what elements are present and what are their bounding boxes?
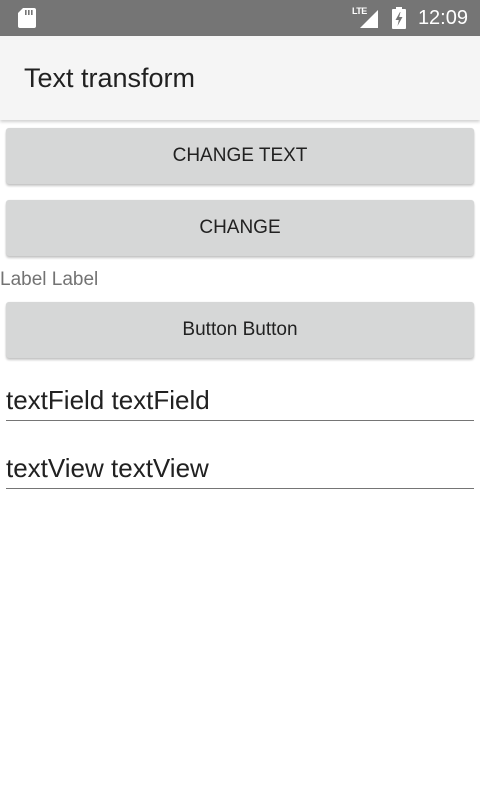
text-field[interactable]: textField textField — [6, 380, 474, 421]
label-text: Label Label — [0, 269, 99, 290]
button-button[interactable]: Button Button — [6, 302, 474, 358]
change-text-button[interactable]: CHANGE TEXT — [6, 128, 474, 184]
sd-card-icon — [18, 8, 36, 28]
text-view[interactable]: textView textView — [6, 448, 474, 489]
status-bar: LTE 12:09 — [0, 0, 480, 36]
signal-icon: LTE — [352, 6, 380, 30]
battery-charging-icon — [391, 7, 406, 29]
change-button[interactable]: CHANGE — [6, 200, 474, 256]
page-title: Text transform — [24, 63, 196, 93]
app-bar: Text transform — [0, 36, 480, 120]
status-clock: 12:09 — [417, 7, 468, 29]
status-icons: LTE 12:09 — [352, 0, 468, 36]
